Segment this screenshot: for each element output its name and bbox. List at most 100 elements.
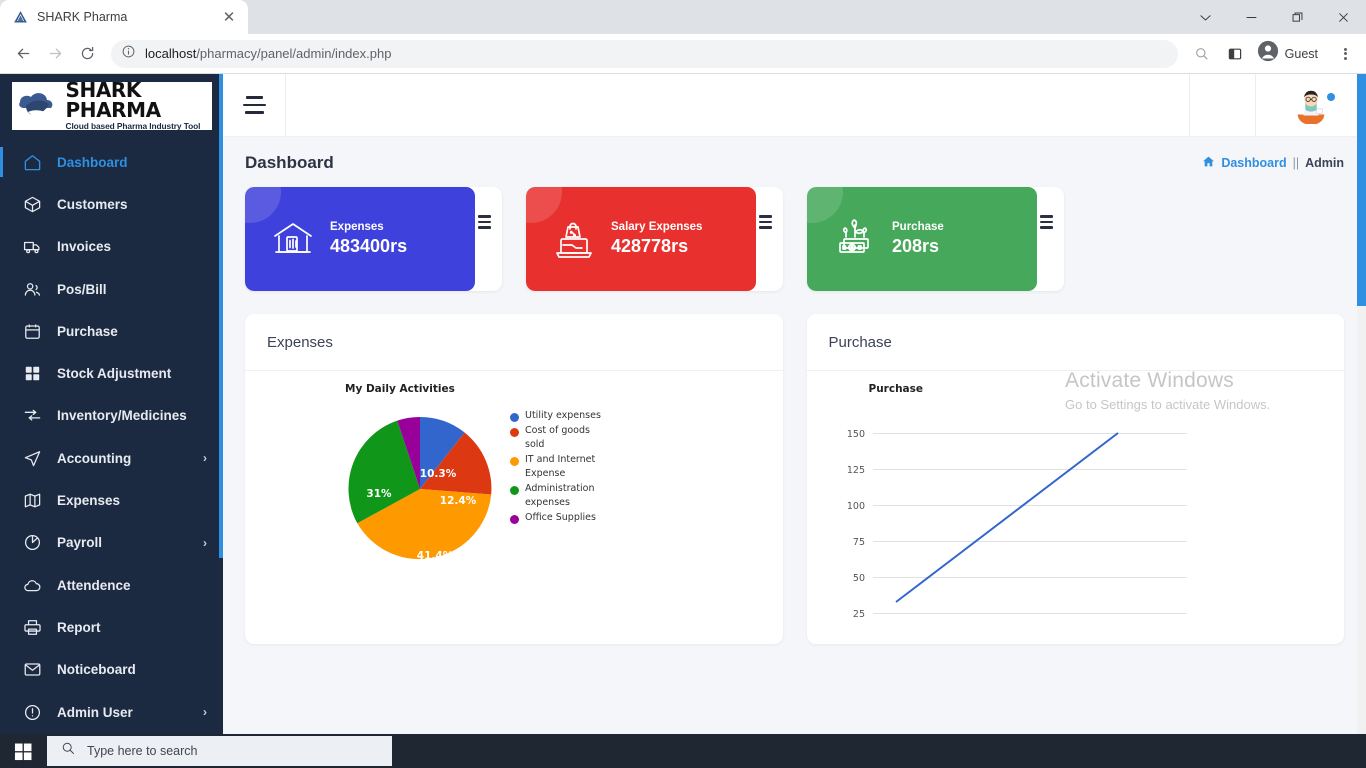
breadcrumb-link[interactable]: Dashboard [1221, 156, 1286, 170]
cloud-icon [22, 575, 42, 595]
back-arrow-icon[interactable] [8, 39, 38, 69]
chart-panels: Expenses My Daily Activities 10.3% 12.4%… [245, 314, 1344, 644]
users-icon [22, 279, 42, 299]
browser-tab-strip: SHARK Pharma ✕ [0, 0, 1366, 34]
topbar-avatar[interactable] [1256, 74, 1366, 137]
svg-text:100: 100 [846, 501, 864, 512]
reload-icon[interactable] [72, 39, 102, 69]
forward-arrow-icon[interactable] [40, 39, 70, 69]
info-circle-icon[interactable] [121, 44, 136, 64]
pie-chart: My Daily Activities 10.3% 12.4% 41.4% 31… [245, 371, 783, 644]
truck-icon [22, 237, 42, 257]
sidebar-item-label: Pos/Bill [57, 281, 107, 297]
legend-color-swatch [510, 428, 519, 437]
url-path: /pharmacy/panel/admin/index.php [196, 46, 392, 61]
sidebar-item-payroll[interactable]: Payroll › [0, 522, 223, 564]
url-host: localhost [145, 46, 197, 61]
sidebar-item-customers[interactable]: Customers [0, 183, 223, 225]
browser-tab-title: SHARK Pharma [37, 10, 128, 24]
sidebar-item-label: Invoices [57, 239, 112, 255]
stat-value: 428778rs [611, 236, 689, 256]
taskbar-search-input[interactable]: Type here to search [47, 736, 392, 766]
address-bar[interactable]: localhost/pharmacy/panel/admin/index.php [111, 39, 1178, 68]
window-controls [1182, 0, 1366, 34]
chevron-right-icon: › [203, 535, 207, 550]
page-header: Dashboard Dashboard || Admin [245, 151, 1344, 187]
svg-text:150: 150 [846, 429, 864, 440]
legend-label: Office Supplies [525, 512, 596, 523]
page-scrollbar[interactable] [1357, 74, 1366, 734]
legend-item[interactable]: Utility expenses [510, 409, 601, 423]
sidebar-item-invoices[interactable]: Invoices [0, 226, 223, 268]
legend-color-swatch [510, 515, 519, 524]
pie-slice-label: 31% [366, 488, 392, 500]
breadcrumb: Dashboard || Admin [1202, 155, 1344, 171]
profile-button[interactable]: Guest [1253, 39, 1329, 69]
minimize-icon[interactable] [1228, 0, 1274, 34]
sidebar-item-dashboard[interactable]: Dashboard [0, 141, 223, 183]
legend-item[interactable]: Office Supplies [510, 511, 601, 525]
three-dot-menu-icon[interactable] [1332, 39, 1358, 69]
browser-tab[interactable]: SHARK Pharma ✕ [0, 0, 248, 34]
hamburger-menu-icon[interactable] [223, 74, 286, 137]
legend-color-swatch [510, 486, 519, 495]
legend-item[interactable]: Administration expenses [510, 482, 601, 510]
sidebar-item-attendence[interactable]: Attendence [0, 564, 223, 606]
sidebar-item-accounting[interactable]: Accounting › [0, 437, 223, 479]
pie-chart-legend: Utility expenses Cost of goods sold IT a… [510, 409, 601, 525]
sidebar-item-label: Expenses [57, 493, 121, 509]
sidebar-item-label: Dashboard [57, 154, 128, 170]
stat-card-purchase[interactable]: Purchase 208rs [807, 187, 1064, 291]
card-menu-icon[interactable] [1040, 215, 1053, 229]
restore-icon[interactable] [1274, 0, 1320, 34]
sidebar-logo[interactable]: SHARK PHARMA Cloud based Pharma Industry… [0, 74, 223, 137]
stat-cards: Expenses 483400rs Salary Expenses 428778… [245, 187, 1344, 291]
svg-text:125: 125 [846, 465, 864, 476]
line-chart-svg: 150 125 100 75 50 25 0 [846, 429, 1187, 620]
browser-toolbar: localhost/pharmacy/panel/admin/index.php [0, 34, 1366, 74]
y-axis-ticks: 150 125 100 75 50 25 0 [846, 429, 864, 620]
side-panel-icon[interactable] [1220, 39, 1250, 69]
shark-logo-icon [12, 9, 29, 26]
card-menu-icon[interactable] [759, 215, 772, 229]
panel-title: Expenses [267, 333, 333, 351]
sidebar-item-label: Accounting [57, 450, 132, 466]
sidebar-item-stock-adjustment[interactable]: Stock Adjustment [0, 352, 223, 394]
sidebar-item-label: Attendence [57, 577, 131, 593]
grid-lines [872, 433, 1187, 614]
toolbar-right-actions: Guest [1187, 39, 1358, 69]
panel-title: Purchase [828, 333, 892, 351]
sidebar-item-noticeboard[interactable]: Noticeboard [0, 649, 223, 691]
legend-label: Administration expenses [525, 483, 595, 508]
status-badge [1327, 93, 1335, 101]
close-icon[interactable]: ✕ [220, 8, 238, 26]
windows-taskbar: Type here to search [0, 734, 1366, 768]
sidebar-item-label: Stock Adjustment [57, 366, 172, 382]
page-scrollbar-thumb[interactable] [1357, 74, 1366, 306]
chevron-down-icon[interactable] [1182, 0, 1228, 34]
stat-label: Salary Expenses [611, 221, 703, 233]
close-icon[interactable] [1320, 0, 1366, 34]
windows-start-icon[interactable] [0, 734, 47, 768]
sidebar-item-purchase[interactable]: Purchase [0, 310, 223, 352]
sidebar-item-pos-bill[interactable]: Pos/Bill [0, 268, 223, 310]
logo-name: SHARK PHARMA [65, 81, 162, 123]
stat-value: 208rs [892, 236, 940, 256]
sidebar-item-label: Purchase [57, 323, 118, 339]
sidebar-item-expenses[interactable]: Expenses [0, 479, 223, 521]
sidebar-item-admin-user[interactable]: Admin User › [0, 691, 223, 733]
legend-label: Cost of goods sold [525, 425, 590, 450]
card-menu-icon[interactable] [478, 215, 491, 229]
svg-text:25: 25 [852, 609, 864, 620]
pie-slice-label: 12.4% [440, 495, 477, 507]
legend-item[interactable]: Cost of goods sold [510, 424, 601, 452]
sidebar-item-label: Report [57, 619, 101, 635]
panel-expenses: Expenses My Daily Activities 10.3% 12.4%… [245, 314, 783, 644]
search-zoom-icon[interactable] [1187, 39, 1217, 69]
stat-card-expenses[interactable]: Expenses 483400rs [245, 187, 502, 291]
legend-item[interactable]: IT and Internet Expense [510, 453, 601, 481]
sidebar-item-inventory-medicines[interactable]: Inventory/Medicines [0, 395, 223, 437]
stat-card-salary-expenses[interactable]: Salary Expenses 428778rs [526, 187, 783, 291]
laptop-shopping-icon [550, 215, 598, 263]
sidebar-item-report[interactable]: Report [0, 606, 223, 648]
